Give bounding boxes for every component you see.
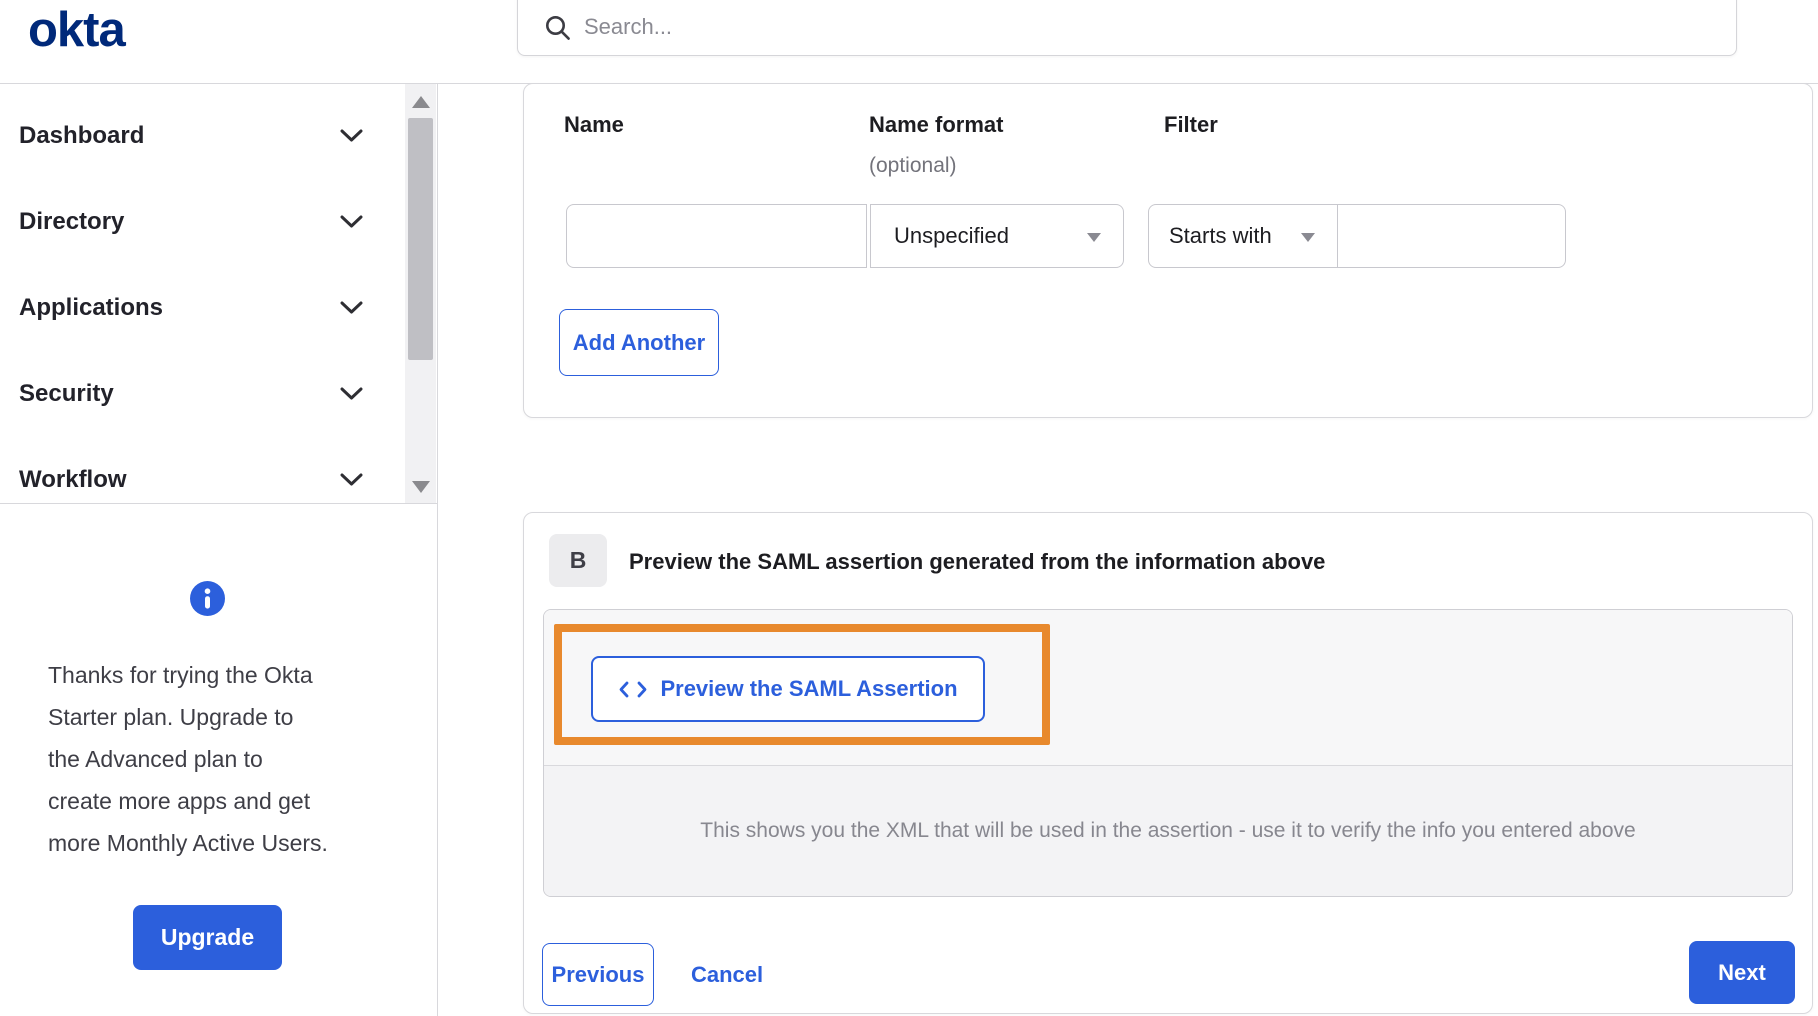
scroll-down-arrow[interactable] bbox=[412, 481, 430, 493]
dropdown-caret-icon bbox=[1301, 233, 1315, 242]
sidebar-item-directory[interactable]: Directory bbox=[0, 179, 437, 265]
info-icon bbox=[190, 581, 225, 616]
upgrade-message-line: create more apps and get bbox=[48, 788, 311, 814]
preview-saml-button[interactable]: Preview the SAML Assertion bbox=[591, 656, 985, 722]
optional-label: (optional) bbox=[869, 154, 957, 177]
chevron-down-icon bbox=[340, 473, 363, 487]
global-search[interactable] bbox=[517, 0, 1737, 56]
dropdown-caret-icon bbox=[1087, 233, 1101, 242]
sidebar-item-label: Workflow bbox=[19, 466, 127, 493]
sidebar-item-label: Directory bbox=[19, 208, 125, 235]
add-another-button[interactable]: Add Another bbox=[559, 309, 719, 376]
chevron-down-icon bbox=[340, 387, 363, 401]
attribute-name-input[interactable] bbox=[566, 204, 867, 268]
sidebar: Dashboard Directory Applications Securit… bbox=[0, 84, 438, 1016]
chevron-down-icon bbox=[340, 301, 363, 315]
filter-value-input[interactable] bbox=[1337, 204, 1566, 268]
name-format-column-label: Name format bbox=[869, 112, 1004, 137]
name-column-label: Name bbox=[564, 112, 624, 137]
next-button[interactable]: Next bbox=[1689, 941, 1795, 1004]
sidebar-item-label: Dashboard bbox=[19, 122, 145, 149]
saml-preview-card: B Preview the SAML assertion generated f… bbox=[523, 512, 1813, 1014]
sidebar-item-label: Applications bbox=[19, 294, 164, 321]
name-format-select[interactable]: Unspecified bbox=[870, 204, 1124, 268]
section-b-badge: B bbox=[549, 534, 607, 587]
search-icon bbox=[544, 14, 571, 41]
okta-admin-console: okta Dashboard Directory bbox=[0, 0, 1818, 1016]
attribute-statements-card: Name Name format (optional) Filter Unspe… bbox=[523, 83, 1813, 418]
sidebar-item-label: Security bbox=[19, 380, 114, 407]
upgrade-message-line: more Monthly Active Users. bbox=[48, 830, 328, 856]
upgrade-message-line: the Advanced plan to bbox=[48, 746, 263, 772]
chevron-down-icon bbox=[340, 215, 363, 229]
filter-operator-selected-value: Starts with bbox=[1169, 223, 1272, 248]
filter-column-label: Filter bbox=[1164, 112, 1218, 137]
assertion-preview-panel: Preview the SAML Assertion This shows yo… bbox=[543, 609, 1793, 897]
assertion-preview-action-area: Preview the SAML Assertion bbox=[544, 610, 1792, 765]
section-b-heading: Preview the SAML assertion generated fro… bbox=[629, 549, 1326, 574]
sidebar-item-applications[interactable]: Applications bbox=[0, 265, 437, 351]
filter-operator-select[interactable]: Starts with bbox=[1148, 204, 1338, 268]
previous-button[interactable]: Previous bbox=[542, 943, 654, 1006]
upgrade-message-line: Starter plan. Upgrade to bbox=[48, 704, 294, 730]
upgrade-button[interactable]: Upgrade bbox=[133, 905, 282, 970]
sidebar-item-workflow[interactable]: Workflow bbox=[0, 437, 437, 503]
sidebar-nav: Dashboard Directory Applications Securit… bbox=[0, 84, 437, 504]
sidebar-item-dashboard[interactable]: Dashboard bbox=[0, 93, 437, 179]
assertion-preview-caption-area: This shows you the XML that will be used… bbox=[544, 765, 1792, 896]
cancel-link[interactable]: Cancel bbox=[691, 943, 763, 1006]
preview-saml-button-label: Preview the SAML Assertion bbox=[660, 676, 958, 701]
upgrade-message-line: Thanks for trying the Okta bbox=[48, 662, 313, 688]
scroll-thumb[interactable] bbox=[408, 118, 433, 360]
scroll-up-arrow[interactable] bbox=[412, 96, 430, 108]
chevron-down-icon bbox=[340, 129, 363, 143]
okta-logo: okta bbox=[28, 3, 126, 57]
sidebar-scrollbar bbox=[405, 84, 436, 503]
search-input[interactable] bbox=[584, 14, 1716, 40]
preview-caption: This shows you the XML that will be used… bbox=[700, 819, 1636, 842]
name-format-selected-value: Unspecified bbox=[894, 223, 1009, 248]
code-icon bbox=[618, 680, 648, 699]
upgrade-message: Thanks for trying the Okta Starter plan.… bbox=[48, 654, 328, 864]
sidebar-item-security[interactable]: Security bbox=[0, 351, 437, 437]
